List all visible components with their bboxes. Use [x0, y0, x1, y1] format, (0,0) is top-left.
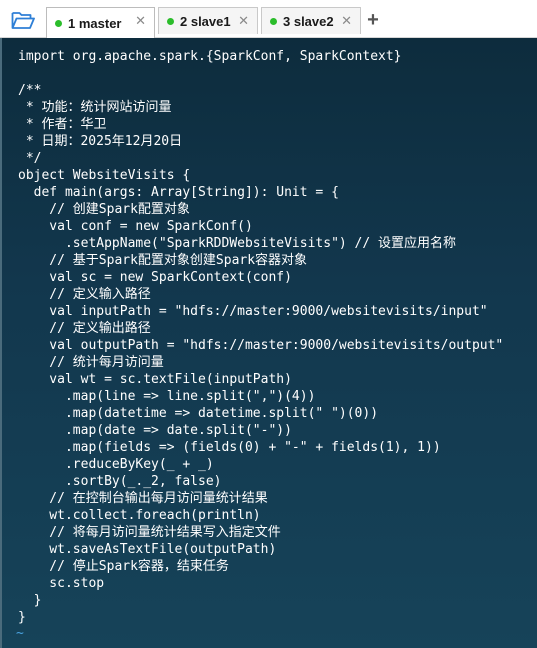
code-line: // 定义输出路径	[18, 321, 151, 336]
tab-label: 3 slave2	[283, 13, 334, 29]
close-icon[interactable]: ✕	[135, 14, 146, 28]
folder-open-icon	[11, 12, 35, 29]
code-line: def main(args: Array[String]): Unit = {	[18, 185, 339, 200]
code-line: .setAppName("SparkRDDWebsiteVisits") // …	[18, 236, 457, 251]
code-line: // 停止Spark容器，结束任务	[18, 559, 229, 574]
add-tab-button[interactable]: +	[362, 9, 384, 31]
code-line: * 日期：2025年12月20日	[18, 134, 183, 149]
code-line: .reduceByKey(_ + _)	[18, 457, 214, 472]
code-line: val inputPath = "hdfs://master:9000/webs…	[18, 304, 488, 319]
code-line: // 定义输入路径	[18, 287, 151, 302]
code-line: // 将每月访问量统计结果写入指定文件	[18, 525, 281, 540]
tab-master[interactable]: 1 master ✕	[46, 7, 155, 38]
code-line: .map(line => line.split(",")(4))	[18, 389, 316, 404]
code-line: * 作者：华卫	[18, 117, 107, 132]
tab-bar: 1 master ✕ 2 slave1 ✕ 3 slave2 ✕ +	[0, 0, 537, 38]
code-line: /**	[18, 83, 42, 98]
open-folder-button[interactable]	[6, 6, 40, 34]
code-line: // 统计每月访问量	[18, 355, 164, 370]
prompt-tilde: ~	[16, 626, 24, 641]
code-line: .map(date => date.split("-"))	[18, 423, 292, 438]
code-line: }	[18, 610, 26, 625]
code-line: // 创建Spark配置对象	[18, 202, 190, 217]
status-dot	[55, 19, 62, 27]
code-line: wt.saveAsTextFile(outputPath)	[18, 542, 277, 557]
status-dot	[270, 17, 277, 25]
tab-slave1[interactable]: 2 slave1 ✕	[158, 7, 258, 34]
code-line: wt.collect.foreach(println)	[18, 508, 261, 523]
code-line: // 基于Spark配置对象创建Spark容器对象	[18, 253, 308, 268]
terminal-output: import org.apache.spark.{SparkConf, Spar…	[2, 38, 537, 626]
status-dot	[167, 17, 174, 25]
code-line: val wt = sc.textFile(inputPath)	[18, 372, 292, 387]
plus-icon: +	[367, 9, 379, 31]
code-line: .sortBy(_._2, false)	[18, 474, 222, 489]
code-line: val conf = new SparkConf()	[18, 219, 253, 234]
tab-label: 1 master	[68, 15, 122, 31]
code-line: import org.apache.spark.{SparkConf, Spar…	[18, 49, 402, 64]
code-line: val outputPath = "hdfs://master:9000/web…	[18, 338, 504, 353]
terminal-pane[interactable]: import org.apache.spark.{SparkConf, Spar…	[0, 38, 537, 648]
code-line: */	[18, 151, 42, 166]
close-icon[interactable]: ✕	[341, 14, 352, 28]
code-line: sc.stop	[18, 576, 105, 591]
close-icon[interactable]: ✕	[238, 14, 249, 28]
code-line: // 在控制台输出每月访问量统计结果	[18, 491, 268, 506]
code-line: .map(fields => (fields(0) + "-" + fields…	[18, 440, 441, 455]
code-line: object WebsiteVisits {	[18, 168, 191, 183]
code-line: .map(datetime => datetime.split(" ")(0))	[18, 406, 379, 421]
code-line: val sc = new SparkContext(conf)	[18, 270, 292, 285]
tab-slave2[interactable]: 3 slave2 ✕	[261, 7, 361, 34]
code-line: * 功能：统计网站访问量	[18, 100, 172, 115]
tab-label: 2 slave1	[180, 13, 231, 29]
code-line: }	[18, 593, 42, 608]
